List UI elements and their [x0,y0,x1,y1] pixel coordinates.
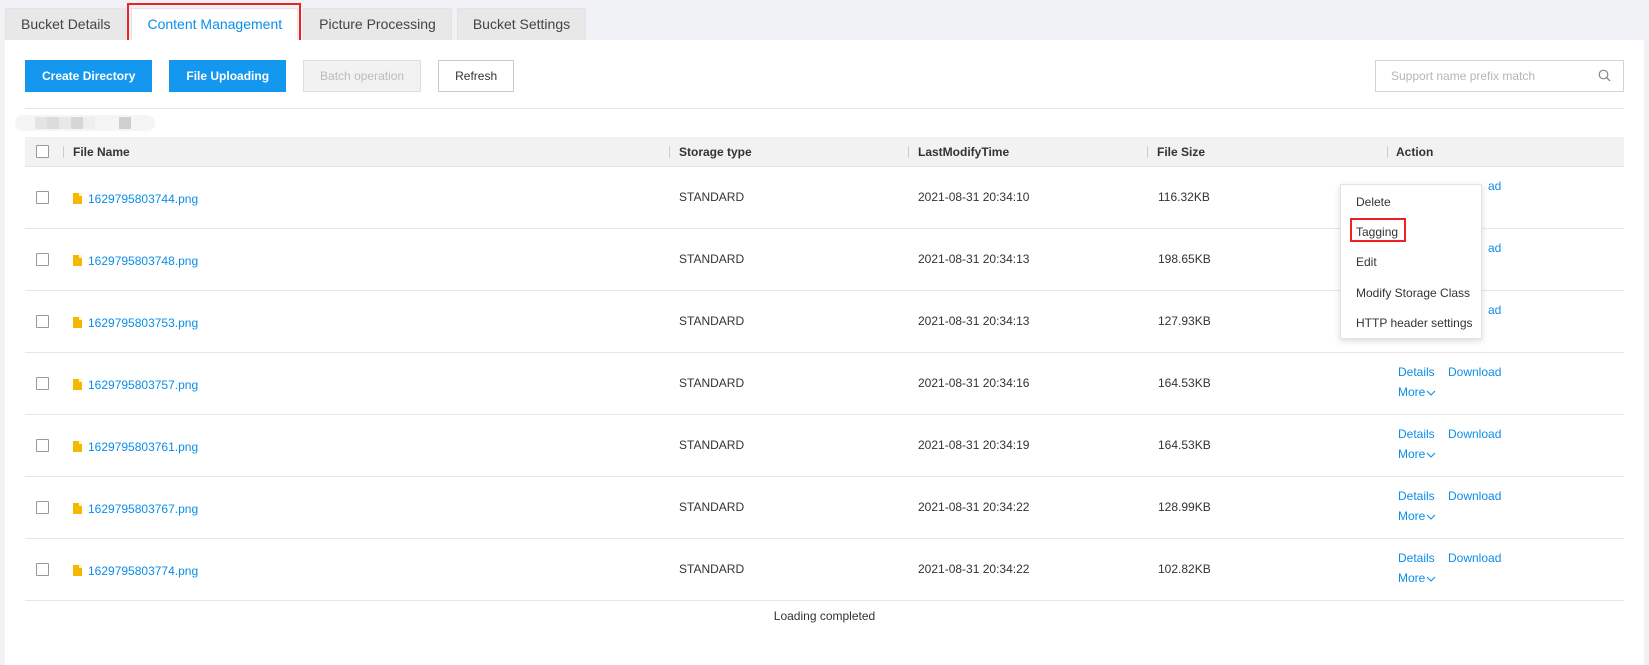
row-checkbox[interactable] [36,253,49,266]
file-size: 102.82KB [1158,562,1211,576]
search-box [1375,60,1624,92]
row-checkbox[interactable] [36,501,49,514]
file-name-link[interactable]: 1629795803761.png [88,440,198,454]
more-link[interactable]: More [1398,509,1436,523]
toolbar-divider [25,108,1624,109]
last-modify-time: 2021-08-31 20:34:22 [918,562,1030,576]
tab-content-management[interactable]: Content Management [131,8,299,40]
last-modify-time: 2021-08-31 20:34:13 [918,252,1030,266]
table-header: File Name Storage type LastModifyTime Fi… [25,137,1624,167]
menu-item-delete[interactable]: Delete [1356,195,1391,209]
tab-bucket-settings[interactable]: Bucket Settings [456,8,587,40]
row-checkbox[interactable] [36,439,49,452]
more-label: More [1398,509,1426,523]
file-icon [73,379,82,390]
storage-type: STANDARD [679,314,745,328]
create-directory-button[interactable]: Create Directory [25,60,153,92]
menu-item-edit[interactable]: Edit [1356,255,1377,269]
breadcrumb [15,115,155,131]
more-link[interactable]: More [1398,385,1436,399]
table-row: 1629795803774.png STANDARD 2021-08-31 20… [25,539,1624,601]
more-dropdown-menu: Delete Tagging Edit Modify Storage Class… [1340,184,1482,339]
details-link[interactable]: Details [1398,427,1435,441]
file-uploading-button[interactable]: File Uploading [169,60,287,92]
row-checkbox[interactable] [36,563,49,576]
column-file-name: File Name [73,145,130,159]
file-icon [73,317,82,328]
file-size: 116.32KB [1158,190,1210,204]
chevron-down-icon [1426,576,1436,582]
file-icon [73,255,82,266]
menu-item-modify-storage-class[interactable]: Modify Storage Class [1356,286,1470,300]
last-modify-time: 2021-08-31 20:34:10 [918,190,1030,204]
details-link[interactable]: Details [1398,551,1435,565]
more-label: More [1398,447,1426,461]
file-size: 164.53KB [1158,438,1211,452]
table-row: 1629795803761.png STANDARD 2021-08-31 20… [25,415,1624,477]
download-link[interactable]: Download [1448,551,1501,565]
more-link[interactable]: More [1398,447,1436,461]
more-link[interactable]: More [1398,571,1436,585]
file-icon [73,503,82,514]
row-checkbox[interactable] [36,315,49,328]
details-link[interactable]: Details [1398,489,1435,503]
download-link[interactable]: Download [1448,489,1501,503]
row-checkbox[interactable] [36,191,49,204]
tab-bucket-details[interactable]: Bucket Details [5,8,127,40]
file-name-link[interactable]: 1629795803744.png [88,192,198,206]
chevron-down-icon [1426,514,1436,520]
file-size: 164.53KB [1158,376,1211,390]
file-name-link[interactable]: 1629795803767.png [88,502,198,516]
storage-type: STANDARD [679,376,745,390]
file-size: 127.93KB [1158,314,1211,328]
storage-type: STANDARD [679,562,745,576]
loading-status: Loading completed [773,609,876,623]
download-link[interactable]: Download [1448,365,1501,379]
search-input[interactable] [1376,61,1586,91]
last-modify-time: 2021-08-31 20:34:16 [918,376,1030,390]
chevron-down-icon [1426,452,1436,458]
table-row: 1629795803757.png STANDARD 2021-08-31 20… [25,353,1624,415]
column-storage-type: Storage type [679,145,752,159]
select-all-checkbox[interactable] [36,145,49,158]
table-row: 1629795803767.png STANDARD 2021-08-31 20… [25,477,1624,539]
file-size: 128.99KB [1158,500,1211,514]
file-name-link[interactable]: 1629795803753.png [88,316,198,330]
column-action: Action [1396,145,1434,159]
more-label: More [1398,385,1426,399]
file-name-link[interactable]: 1629795803757.png [88,378,198,392]
column-last-modify-time: LastModifyTime [918,145,1010,159]
last-modify-time: 2021-08-31 20:34:22 [918,500,1030,514]
file-name-link[interactable]: 1629795803748.png [88,254,198,268]
chevron-down-icon [1426,390,1436,396]
tab-bar: Bucket Details Content Management Pictur… [5,8,591,40]
last-modify-time: 2021-08-31 20:34:13 [918,314,1030,328]
search-icon[interactable] [1598,69,1611,85]
column-file-size: File Size [1157,145,1206,159]
details-link[interactable]: Details [1398,365,1435,379]
storage-type: STANDARD [679,438,745,452]
download-link-partial[interactable]: ad [1488,179,1501,193]
storage-type: STANDARD [679,190,745,204]
download-link-partial[interactable]: ad [1488,241,1501,255]
download-link-partial[interactable]: ad [1488,303,1501,317]
batch-operation-button[interactable]: Batch operation [303,60,422,92]
file-name-link[interactable]: 1629795803774.png [88,564,198,578]
file-icon [73,441,82,452]
tab-picture-processing[interactable]: Picture Processing [303,8,452,40]
menu-item-tagging[interactable]: Tagging [1356,225,1398,239]
refresh-button[interactable]: Refresh [438,60,515,92]
download-link[interactable]: Download [1448,427,1501,441]
file-size: 198.65KB [1158,252,1211,266]
more-label: More [1398,571,1426,585]
file-icon [73,565,82,576]
storage-type: STANDARD [679,252,745,266]
content-panel: Create Directory File Uploading Batch op… [5,40,1644,665]
last-modify-time: 2021-08-31 20:34:19 [918,438,1030,452]
menu-item-http-header-settings[interactable]: HTTP header settings [1356,316,1473,330]
file-icon [73,193,82,204]
row-checkbox[interactable] [36,377,49,390]
toolbar: Create Directory File Uploading Batch op… [25,60,531,92]
storage-type: STANDARD [679,500,745,514]
